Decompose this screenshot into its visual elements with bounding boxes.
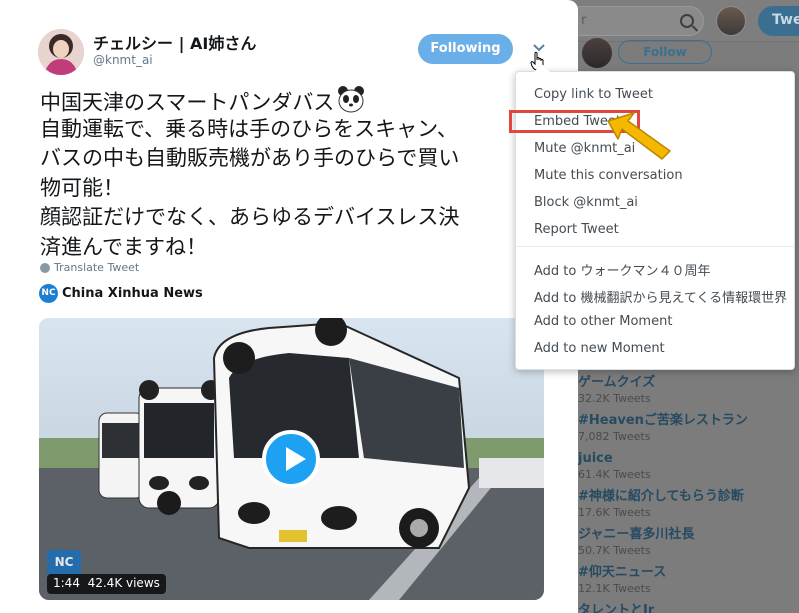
author-handle[interactable]: @knmt_ai (93, 53, 153, 67)
menu-item-add-to-moment[interactable]: Add to 機械翻訳から見えてくる情報環世界 (534, 287, 787, 306)
trends-list: ゲームクイズ 32.2K Tweets #Heavenご苦楽レストラン 7,08… (578, 374, 799, 613)
trend-item[interactable]: #仰天ニュース 12.1K Tweets (578, 564, 799, 602)
trend-item[interactable]: #神様に紹介してもらう診断 17.6K Tweets (578, 488, 799, 526)
trend-name[interactable]: タレントとJr (578, 602, 799, 613)
author-avatar[interactable] (38, 29, 84, 75)
menu-item-add-to-moment[interactable]: Add to ウォークマン４０周年 (534, 260, 710, 279)
search-icon[interactable] (680, 14, 694, 28)
tweet-modal: チェルシー | AI姉さん @knmt_ai Following 中国天津のスマ… (0, 0, 578, 613)
menu-divider (516, 246, 794, 247)
video-duration: 1:44 (53, 576, 80, 590)
tweet-line-text: 中国天津のスマートパンダバス (40, 90, 335, 115)
trend-name[interactable]: ジャニー喜多川社長 (578, 526, 799, 543)
menu-item-mute-conversation[interactable]: Mute this conversation (534, 168, 683, 183)
follow-button[interactable]: Follow (618, 40, 712, 64)
tweet-line: 済進んでますね！ (40, 234, 207, 259)
suggested-user-avatar[interactable] (582, 38, 612, 68)
globe-icon (40, 262, 50, 273)
menu-item-report-tweet[interactable]: Report Tweet (534, 222, 619, 237)
tweet-line: 自動運転で、乗る時は手のひらをスキャン、 (40, 116, 458, 141)
menu-item-add-to-other-moment[interactable]: Add to other Moment (534, 314, 672, 329)
profile-avatar[interactable] (716, 6, 746, 36)
tweet-line: 物可能！ (40, 175, 124, 200)
translate-tweet-link[interactable]: Translate Tweet (40, 261, 139, 274)
trend-name[interactable]: #仰天ニュース (578, 564, 799, 581)
trend-item[interactable]: ゲームクイズ 32.2K Tweets (578, 374, 799, 412)
tweet-line: 中国天津のスマートパンダバス (40, 85, 570, 115)
video-stats: 1:44 42.4K views (47, 574, 166, 594)
translate-label[interactable]: Translate Tweet (54, 261, 139, 274)
trend-count: 7,082 Tweets (578, 430, 651, 443)
play-button[interactable] (262, 430, 320, 488)
channel-watermark: NC (47, 550, 81, 574)
tweet-line: 顔認証だけでなく、あらゆるデバイスレス決 (40, 205, 460, 229)
menu-item-copy-link[interactable]: Copy link to Tweet (534, 87, 653, 102)
trend-count: 50.7K Tweets (578, 544, 651, 557)
trend-name[interactable]: #Heavenご苦楽レストラン (578, 412, 799, 429)
source-attribution[interactable]: NC China Xinhua News (39, 284, 203, 303)
trend-count: 12.1K Tweets (578, 582, 651, 595)
trend-name[interactable]: juice (578, 450, 799, 467)
trend-item[interactable]: #Heavenご苦楽レストラン 7,082 Tweets (578, 412, 799, 450)
tweet-line: バスの中も自動販売機があり手のひらで買い (40, 146, 460, 170)
author-name[interactable]: チェルシー | AI姉さん (93, 30, 256, 54)
trend-name[interactable]: ゲームクイズ (578, 374, 799, 391)
trend-item[interactable]: ジャニー喜多川社長 50.7K Tweets (578, 526, 799, 564)
tweet-text: 中国天津のスマートパンダバス 自動運転で、乗る時は手のひらをスキャン、 バスの中… (40, 85, 570, 262)
trend-item[interactable]: juice 61.4K Tweets (578, 450, 799, 488)
xinhua-logo: NC (39, 284, 58, 303)
tweet-button[interactable]: Twee (758, 6, 799, 36)
video-views: 42.4K views (87, 576, 160, 590)
search-box[interactable]: r (566, 6, 704, 36)
trend-name[interactable]: #神様に紹介してもらう診断 (578, 488, 799, 505)
search-placeholder: r (581, 13, 587, 28)
pointer-arrow-icon (600, 107, 680, 163)
source-name[interactable]: China Xinhua News (62, 286, 203, 301)
menu-item-add-to-new-moment[interactable]: Add to new Moment (534, 341, 665, 356)
trend-count: 61.4K Tweets (578, 468, 651, 481)
menu-item-block-user[interactable]: Block @knmt_ai (534, 195, 638, 210)
following-button[interactable]: Following (418, 34, 513, 64)
trend-count: 32.2K Tweets (578, 392, 651, 405)
trend-count: 17.6K Tweets (578, 506, 651, 519)
trend-item[interactable]: タレントとJr (578, 602, 799, 613)
